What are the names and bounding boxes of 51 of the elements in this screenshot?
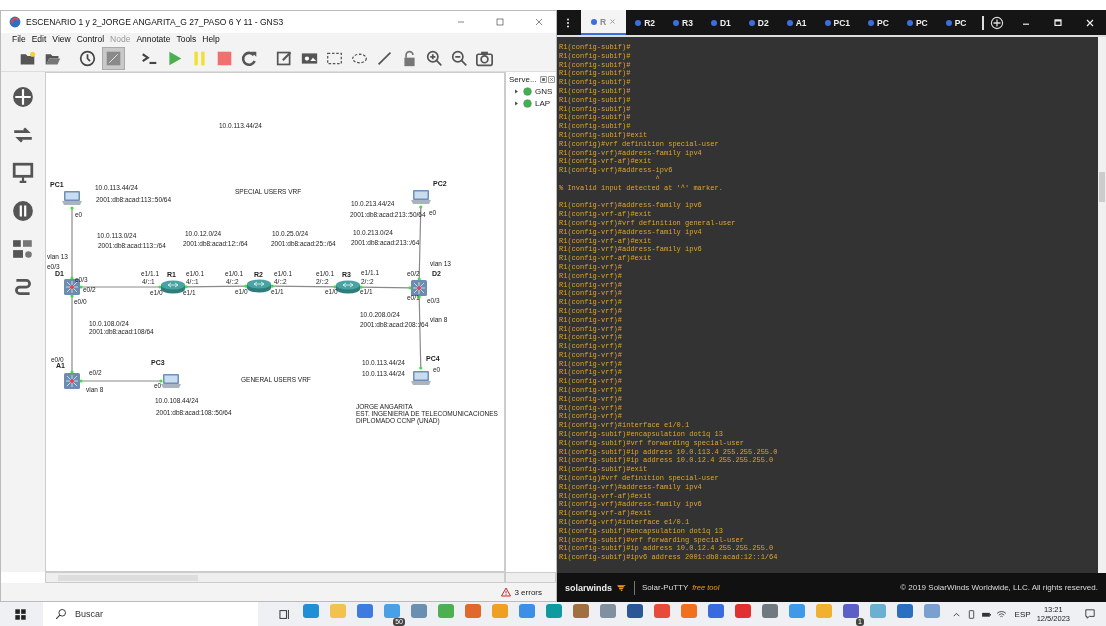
- menu-item[interactable]: Annotate: [136, 34, 171, 45]
- add-tab-icon[interactable]: [989, 15, 1004, 30]
- float-icon[interactable]: [539, 75, 547, 83]
- panel-title: Serve...: [509, 74, 537, 84]
- computer-icon[interactable]: [411, 189, 431, 204]
- menu-item[interactable]: Edit: [31, 34, 47, 45]
- link-line: [184, 284, 248, 289]
- pause-circle-icon[interactable]: [12, 199, 34, 222]
- session-tab[interactable]: A1: [777, 10, 816, 35]
- computer-icon[interactable]: [62, 190, 82, 205]
- session-tab[interactable]: PC: [859, 10, 898, 35]
- menu-item[interactable]: Tools: [176, 34, 197, 45]
- server-item[interactable]: LAP: [535, 98, 551, 108]
- product-name: Solar-PuTTY: [642, 583, 689, 592]
- error-count[interactable]: 3 errors: [514, 587, 542, 597]
- menu-item[interactable]: View: [52, 34, 71, 45]
- maximize-icon[interactable]: [1052, 16, 1064, 29]
- computer-icon[interactable]: [411, 370, 431, 385]
- server-item[interactable]: GNS: [535, 86, 553, 96]
- window-title: ESCENARIO 1 y 2_JORGE ANGARITA_G 27_PASO 6 Y 11 - GNS3: [26, 16, 284, 27]
- switch-icon[interactable]: [64, 372, 80, 389]
- session-tab[interactable]: PC: [897, 10, 937, 35]
- scrollbar[interactable]: [1098, 37, 1106, 573]
- brand-logo: solarwinds: [565, 582, 612, 593]
- link-line: [359, 285, 412, 290]
- language-indicator[interactable]: ESP: [1014, 609, 1031, 619]
- switch-icon[interactable]: [411, 279, 427, 296]
- search-field[interactable]: Buscar: [43, 602, 258, 626]
- computer-icon[interactable]: [161, 373, 181, 388]
- app-logo-icon: [9, 15, 21, 28]
- session-tab[interactable]: PC: [936, 10, 976, 35]
- windows-start-icon[interactable]: [14, 607, 27, 621]
- copyright-text: © 2019 SolarWinds Worldwide, LLC. All rights reserved.: [900, 583, 1098, 592]
- menu-item[interactable]: Control: [76, 34, 105, 45]
- task-view-icon[interactable]: [278, 607, 291, 621]
- menu-item[interactable]: File: [12, 34, 26, 45]
- wifi-icon[interactable]: [995, 608, 1007, 620]
- session-tab[interactable]: R3: [664, 10, 702, 35]
- search-icon: [55, 608, 67, 620]
- notifications-icon[interactable]: [1084, 608, 1096, 620]
- flame-icon: [616, 583, 627, 592]
- devices-icon[interactable]: [12, 237, 34, 260]
- menu-item[interactable]: Help: [202, 34, 220, 45]
- monitor-icon[interactable]: [12, 161, 34, 184]
- session-tab[interactable]: D1: [701, 10, 740, 35]
- session-tab[interactable]: R2: [626, 10, 664, 35]
- warning-icon: [501, 587, 512, 598]
- session-tab[interactable]: D2: [739, 10, 778, 35]
- app-icon[interactable]: [627, 604, 643, 618]
- session-tab[interactable]: PC1: [815, 10, 860, 35]
- link-line: [270, 284, 337, 289]
